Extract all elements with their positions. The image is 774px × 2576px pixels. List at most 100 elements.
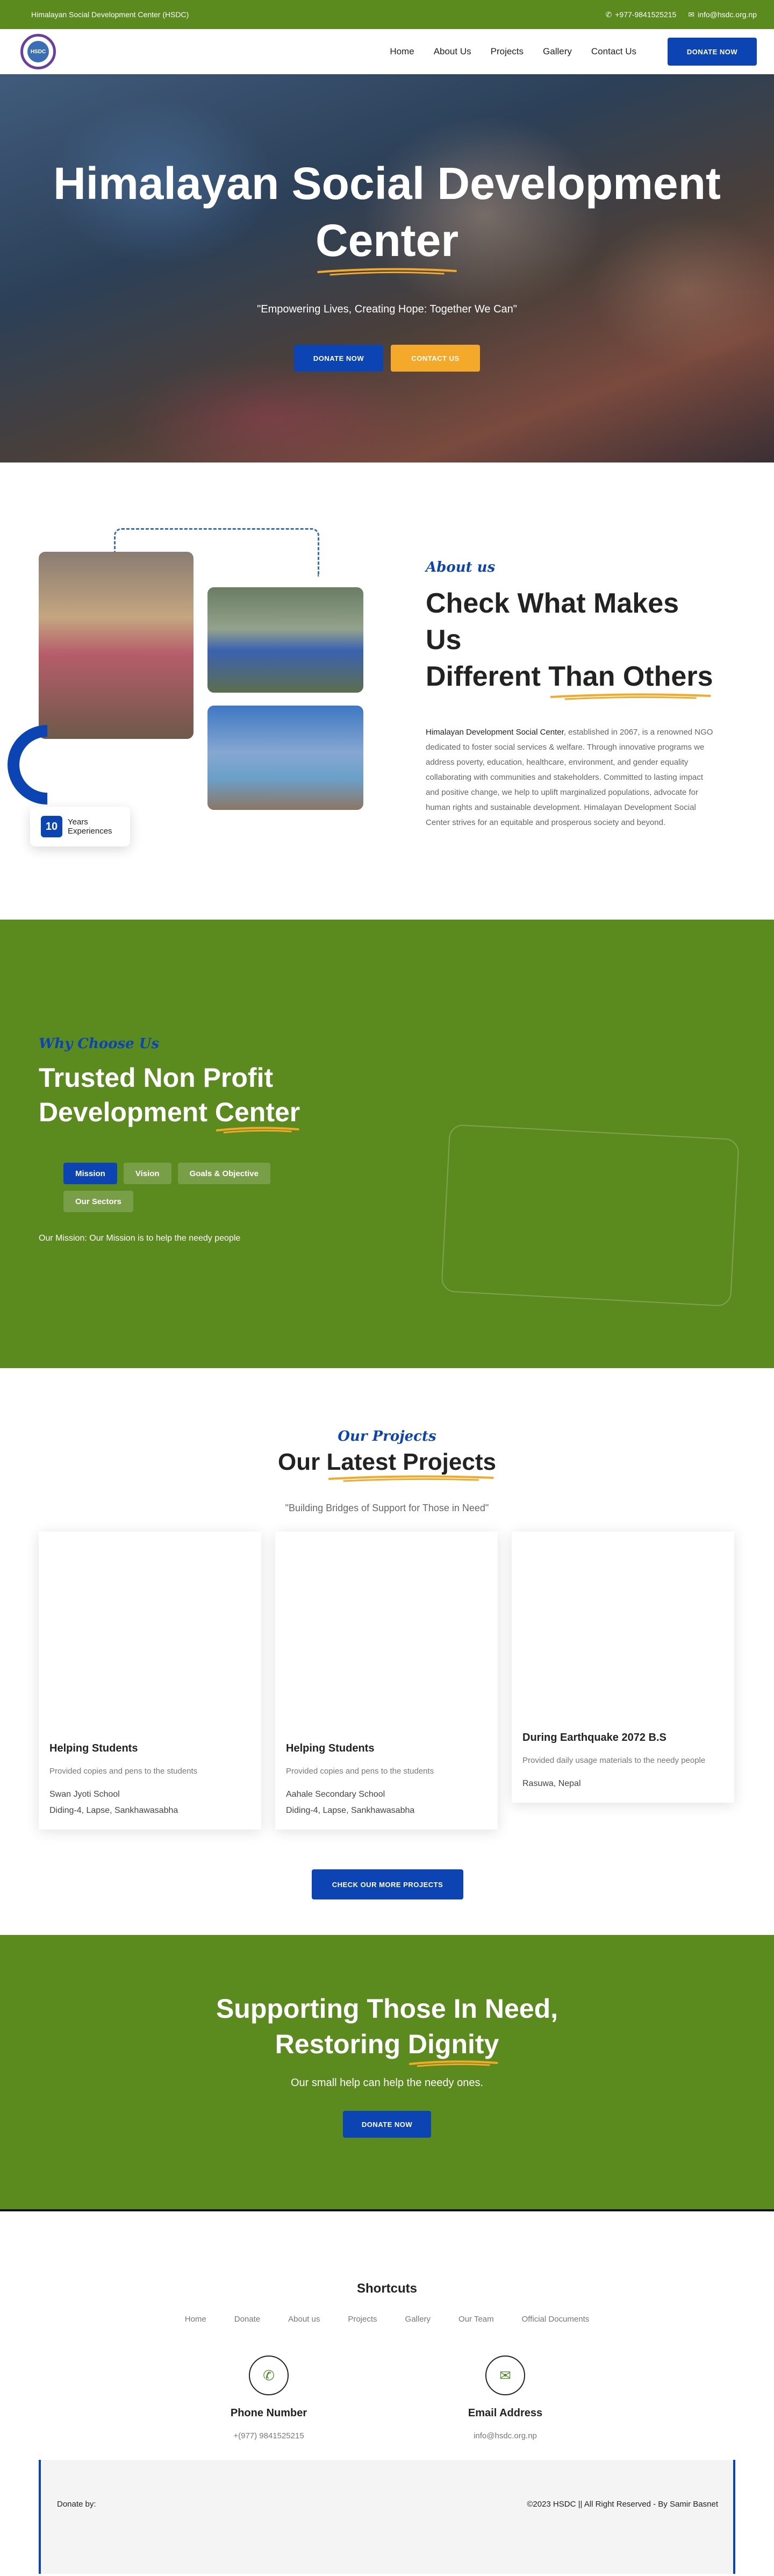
shortcut-about[interactable]: About us <box>288 2315 320 2324</box>
top-email-text: info@hsdc.org.np <box>698 10 757 19</box>
top-email[interactable]: ✉ info@hsdc.org.np <box>688 10 757 19</box>
tab-goals[interactable]: Goals & Objective <box>177 1163 270 1184</box>
nav-donate-button[interactable]: DONATE NOW <box>668 38 757 66</box>
nav-home[interactable]: Home <box>390 46 414 57</box>
project-title: Helping Students <box>286 1742 375 1754</box>
project-card[interactable]: Helping Students Provided copies and pen… <box>39 1532 261 1830</box>
hero-title: Himalayan Social Development Center <box>53 155 721 276</box>
projects-section: Our Projects Our Latest Projects "Buildi… <box>0 1368 774 1935</box>
project-card[interactable]: During Earthquake 2072 B.S Provided dail… <box>512 1532 734 1803</box>
shortcut-team[interactable]: Our Team <box>458 2315 494 2324</box>
phone-icon: ✆ <box>605 10 612 19</box>
copyright: ©2023 HSDC || All Right Reserved - By Sa… <box>527 2500 718 2509</box>
more-projects-button[interactable]: CHECK OUR MORE PROJECTS <box>312 1869 463 1899</box>
why-heading-line1: Trusted Non Profit <box>39 1063 274 1093</box>
hero-donate-button[interactable]: DONATE NOW <box>294 345 383 372</box>
phone-contact: ✆ Phone Number +(977) 9841525215 <box>188 2356 349 2440</box>
projects-subtitle: "Building Bridges of Support for Those i… <box>285 1503 489 1513</box>
phone-icon: ✆ <box>249 2356 289 2395</box>
project-image <box>275 1532 498 1742</box>
experience-text: Years Experiences <box>68 817 112 836</box>
hero-buttons: DONATE NOW CONTACT US <box>294 345 480 372</box>
about-heading-line2b: Than Others <box>548 661 713 692</box>
why-label: Why Choose Us <box>39 1036 160 1052</box>
about-image-1 <box>39 552 194 739</box>
top-phone[interactable]: ✆ +977-9841525215 <box>606 10 677 19</box>
support-section: Supporting Those In Need, Restoring Dign… <box>0 1935 774 2211</box>
tab-mission[interactable]: Mission <box>63 1163 117 1184</box>
project-image <box>512 1532 734 1732</box>
project-location: Diding-4, Lapse, Sankhawasabha <box>286 1806 415 1815</box>
about-underline <box>550 693 711 700</box>
tab-vision[interactable]: Vision <box>123 1163 171 1184</box>
logo[interactable]: HSDC <box>20 34 56 69</box>
project-description: Provided copies and pens to the students <box>49 1767 198 1776</box>
projects-heading-a: Our <box>278 1449 327 1475</box>
email-value[interactable]: info@hsdc.org.np <box>425 2431 586 2440</box>
project-location: Rasuwa, Nepal <box>522 1779 581 1788</box>
about-section: 10 Years Experiences About us Check What… <box>0 462 774 920</box>
hero-underline <box>317 268 457 276</box>
projects-heading: Our Latest Projects <box>0 1449 774 1482</box>
nav-about[interactable]: About Us <box>434 46 471 57</box>
support-donate-button[interactable]: DONATE NOW <box>343 2111 431 2138</box>
project-title: Helping Students <box>49 1742 138 1754</box>
about-org-name: Himalayan Development Social Center <box>426 728 564 737</box>
about-image-2 <box>207 587 363 693</box>
hero-title-highlight: Center <box>315 212 459 276</box>
project-body: During Earthquake 2072 B.S Provided dail… <box>512 1732 734 1803</box>
project-card[interactable]: Helping Students Provided copies and pen… <box>275 1532 498 1830</box>
projects-grid: Helping Students Provided copies and pen… <box>39 1532 734 1830</box>
nav-projects[interactable]: Projects <box>491 46 524 57</box>
about-heading: Check What Makes Us Different Than Other… <box>426 585 716 700</box>
why-heading-line2b: Center <box>214 1097 300 1127</box>
project-body: Helping Students Provided copies and pen… <box>39 1742 261 1830</box>
mail-icon: ✉ <box>688 10 695 19</box>
about-description-text: , established in 2067, is a renowned NGO… <box>426 728 713 827</box>
donate-by-label: Donate by: <box>57 2500 96 2509</box>
about-label: About us <box>426 559 496 575</box>
nav-links: Home About Us Projects Gallery Contact U… <box>390 46 636 57</box>
experience-line1: Years <box>68 817 88 827</box>
tab-sectors[interactable]: Our Sectors <box>63 1191 133 1212</box>
phone-value[interactable]: +(977) 9841525215 <box>188 2431 349 2440</box>
project-image <box>39 1532 261 1742</box>
hero-contact-button[interactable]: CONTACT US <box>391 345 480 372</box>
support-heading-line2b: Dignity <box>407 2029 499 2059</box>
about-description: Himalayan Development Social Center, est… <box>426 725 716 830</box>
why-heading-line2a: Development <box>39 1097 215 1127</box>
hero-tagline: "Empowering Lives, Creating Hope: Togeth… <box>257 303 517 315</box>
why-tabs: Mission Vision Goals & Objective Our Sec… <box>63 1163 278 1212</box>
shortcut-home[interactable]: Home <box>185 2315 206 2324</box>
shortcut-gallery[interactable]: Gallery <box>405 2315 431 2324</box>
support-heading: Supporting Those In Need, Restoring Dign… <box>0 1991 774 2067</box>
top-phone-text: +977-9841525215 <box>615 10 677 19</box>
footer: Shortcuts Home Donate About us Projects … <box>0 2211 774 2574</box>
why-section: Why Choose Us Trusted Non Profit Develop… <box>0 920 774 1368</box>
project-title: During Earthquake 2072 B.S <box>522 1732 666 1744</box>
project-location: Diding-4, Lapse, Sankhawasabha <box>49 1806 178 1815</box>
about-heading-line2a: Different <box>426 661 549 692</box>
nav-right: Home About Us Projects Gallery Contact U… <box>390 38 757 66</box>
nav-gallery[interactable]: Gallery <box>543 46 572 57</box>
org-name: Himalayan Social Development Center (HSD… <box>31 10 189 19</box>
shortcut-donate[interactable]: Donate <box>234 2315 260 2324</box>
phone-title: Phone Number <box>230 2407 307 2419</box>
hero: Himalayan Social Development Center "Emp… <box>0 74 774 462</box>
experience-number: 10 <box>41 816 62 837</box>
mail-icon: ✉ <box>485 2356 525 2395</box>
project-description: Provided daily usage materials to the ne… <box>522 1756 706 1765</box>
why-card-outline <box>441 1124 740 1307</box>
nav-contact[interactable]: Contact Us <box>591 46 636 57</box>
why-heading-highlight: Center <box>214 1095 300 1134</box>
about-image-3 <box>207 706 363 810</box>
project-description: Provided copies and pens to the students <box>286 1767 434 1776</box>
email-title: Email Address <box>468 2407 543 2419</box>
shortcuts-title: Shortcuts <box>356 2281 417 2296</box>
projects-underline <box>328 1475 494 1482</box>
hero-title-part2: Center <box>315 215 459 266</box>
shortcut-documents[interactable]: Official Documents <box>522 2315 590 2324</box>
projects-label: Our Projects <box>338 1428 436 1444</box>
navbar: HSDC Home About Us Projects Gallery Cont… <box>0 29 774 74</box>
shortcut-projects[interactable]: Projects <box>348 2315 377 2324</box>
